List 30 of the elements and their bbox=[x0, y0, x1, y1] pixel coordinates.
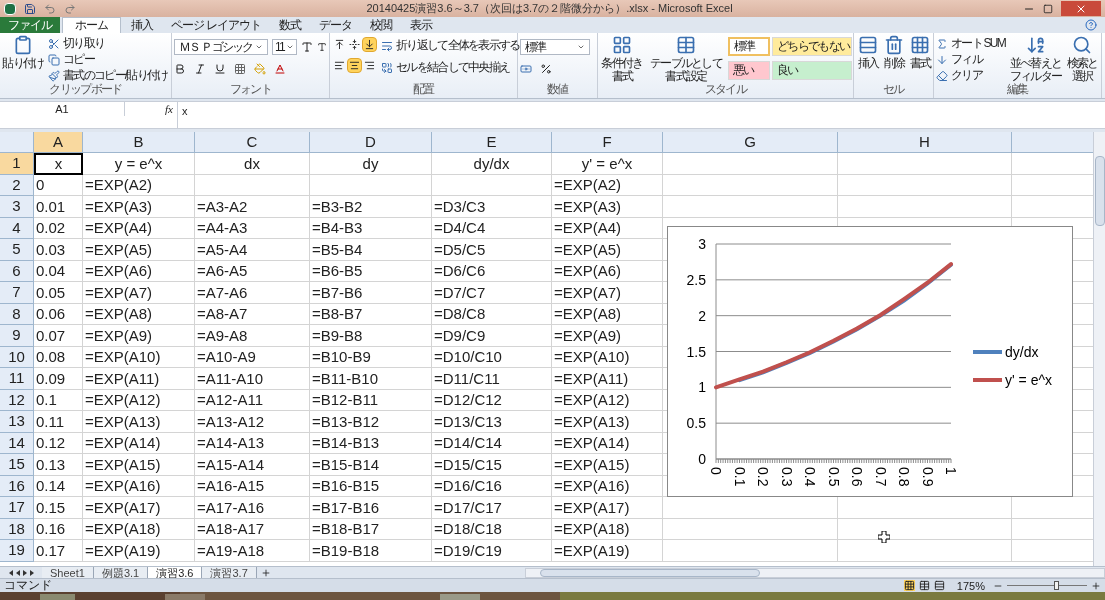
window-title: 20140425演習3.6～3.7（次回は3.7の２階微分から）.xlsx - Microsoft Excel bbox=[365, 1, 734, 17]
legend-label: dy/dx bbox=[1005, 344, 1039, 360]
axis-label: 0.6 bbox=[849, 467, 865, 487]
axis-label: 1 bbox=[698, 379, 706, 396]
axis-label: 0.1 bbox=[731, 467, 748, 487]
axis-label: 0.2 bbox=[755, 467, 771, 487]
axis-label: 0.5 bbox=[686, 415, 706, 432]
status-mode: コマンド bbox=[4, 579, 52, 592]
axis-label: 3 bbox=[698, 236, 706, 252]
axis-label: 0.4 bbox=[802, 467, 818, 487]
axis-label: 2 bbox=[698, 307, 706, 324]
axis-label: 0.8 bbox=[896, 467, 912, 487]
axis-label: 1 bbox=[943, 467, 959, 475]
axis-label: 0.7 bbox=[872, 467, 889, 487]
axis-label: 0 bbox=[698, 451, 706, 467]
axis-label: 0.3 bbox=[778, 467, 795, 487]
group-label: フォント bbox=[229, 83, 272, 96]
group-label: 数値 bbox=[547, 83, 568, 96]
zoom-level: 175% bbox=[956, 579, 985, 592]
group-label: 編集 bbox=[1007, 83, 1028, 96]
group-label: クリップボード bbox=[49, 83, 122, 96]
axis-label: 0 bbox=[708, 467, 724, 475]
legend-label: y' = e^x bbox=[1005, 372, 1052, 388]
axis-label: 0.5 bbox=[825, 467, 842, 487]
axis-label: 2.5 bbox=[686, 271, 706, 288]
group-label: セル bbox=[883, 83, 904, 96]
axis-label: 0.9 bbox=[919, 467, 936, 487]
group-label: スタイル bbox=[704, 83, 747, 96]
group-label: 配置 bbox=[413, 83, 434, 96]
axis-label: 1.5 bbox=[686, 343, 706, 360]
